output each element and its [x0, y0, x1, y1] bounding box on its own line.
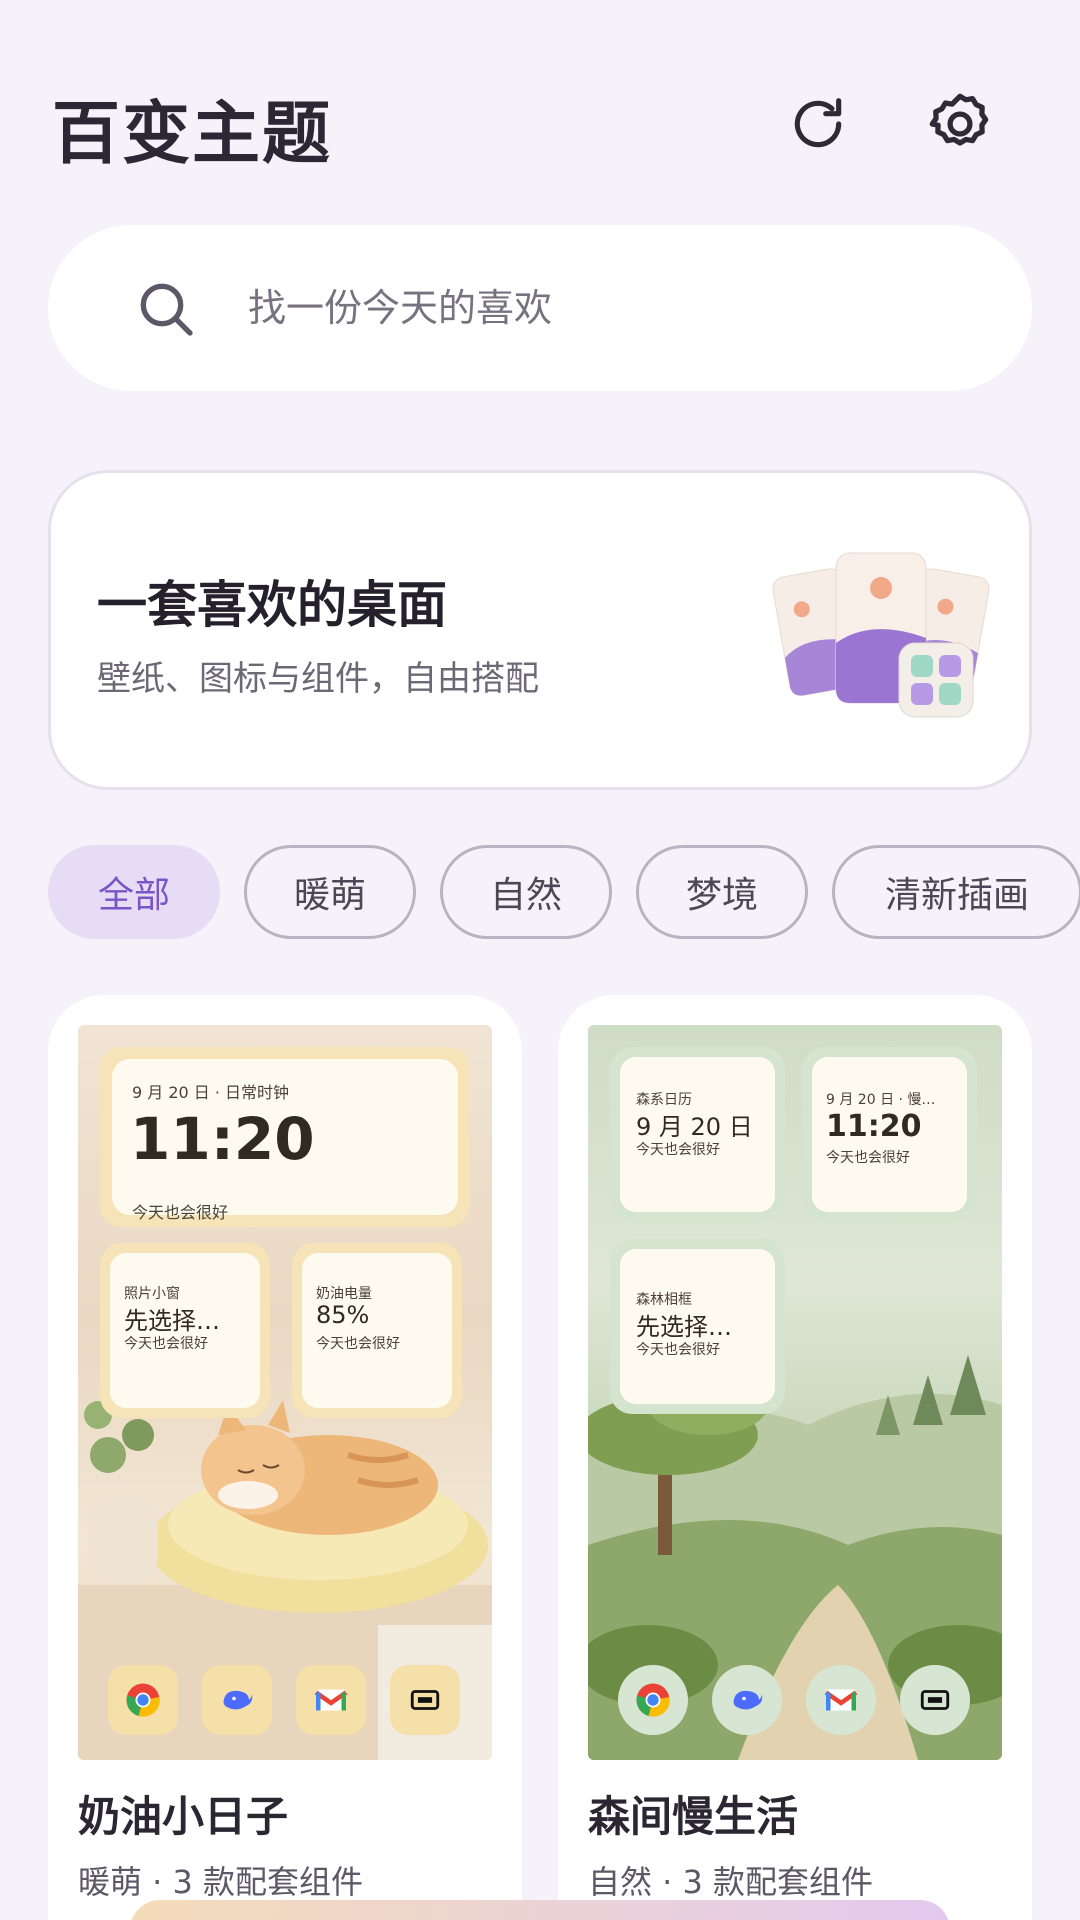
clock-date: 9 月 20 日 · 慢… — [826, 1092, 936, 1108]
theme-cards-illustration-icon — [772, 552, 990, 718]
photo-widget[interactable]: 照片小窗 先选择… 今天也会很好 — [100, 1243, 270, 1418]
calendar-widget[interactable]: 森系日历 9 月 20 日 今天也会很好 — [610, 1047, 785, 1222]
photo-widget-caption: 今天也会很好 — [124, 1336, 208, 1352]
cassette-app-icon[interactable] — [900, 1665, 970, 1735]
theme-card[interactable]: 9 月 20 日 · 日常时钟 11:20 今天也会很好 照片小窗 先选择… 今… — [48, 995, 522, 1920]
refresh-icon — [794, 98, 842, 148]
search-input[interactable] — [248, 275, 948, 341]
chrome-icon[interactable] — [108, 1665, 178, 1735]
clock-widget[interactable]: 9 月 20 日 · 慢… 11:20 今天也会很好 — [802, 1047, 977, 1222]
clock-time: 11:20 — [826, 1109, 922, 1144]
frame-value: 先选择… — [636, 1313, 732, 1341]
chip-warm[interactable]: 暖萌 — [244, 845, 416, 939]
search-icon — [140, 283, 193, 336]
gmail-icon[interactable] — [296, 1665, 366, 1735]
hero-banner[interactable]: 一套喜欢的桌面 壁纸、图标与组件，自由搭配 — [48, 470, 1032, 790]
calendar-caption: 今天也会很好 — [636, 1142, 720, 1158]
whale-app-icon[interactable] — [202, 1665, 272, 1735]
hero-title: 一套喜欢的桌面 — [97, 576, 447, 634]
photo-widget-value: 先选择… — [124, 1307, 220, 1335]
settings-button[interactable] — [920, 84, 1000, 164]
gear-icon — [929, 93, 989, 146]
hero-subtitle: 壁纸、图标与组件，自由搭配 — [97, 659, 539, 699]
clock-date: 9 月 20 日 · 日常时钟 — [132, 1083, 290, 1102]
clock-caption: 今天也会很好 — [132, 1203, 229, 1222]
calendar-label: 森系日历 — [636, 1092, 692, 1108]
calendar-value: 9 月 20 日 — [636, 1113, 753, 1141]
theme-card[interactable]: 森系日历 9 月 20 日 今天也会很好 9 月 20 日 · 慢… 11:20… — [558, 995, 1032, 1920]
clock-widget[interactable]: 9 月 20 日 · 日常时钟 11:20 今天也会很好 — [100, 1047, 470, 1227]
photo-widget-label: 照片小窗 — [124, 1286, 180, 1302]
cassette-app-icon[interactable] — [390, 1665, 460, 1735]
battery-widget[interactable]: 奶油电量 85% 今天也会很好 — [292, 1243, 462, 1418]
frame-label: 森林相框 — [636, 1292, 692, 1308]
search-bar[interactable] — [48, 225, 1032, 391]
category-chips: 全部 暖萌 自然 梦境 清新插画 — [48, 845, 1080, 941]
clock-caption: 今天也会很好 — [826, 1150, 910, 1166]
theme-preview: 森系日历 9 月 20 日 今天也会很好 9 月 20 日 · 慢… 11:20… — [588, 1025, 1002, 1760]
theme-meta: 自然 · 3 款配套组件 — [588, 1863, 874, 1901]
battery-widget-caption: 今天也会很好 — [316, 1336, 400, 1352]
chip-dream[interactable]: 梦境 — [636, 845, 808, 939]
refresh-button[interactable] — [778, 84, 858, 164]
whale-app-icon[interactable] — [712, 1665, 782, 1735]
theme-name: 奶油小日子 — [78, 1792, 289, 1841]
clock-time: 11:20 — [130, 1105, 315, 1173]
battery-widget-label: 奶油电量 — [316, 1286, 372, 1302]
theme-name: 森间慢生活 — [588, 1792, 799, 1841]
theme-meta: 暖萌 · 3 款配套组件 — [78, 1863, 364, 1901]
battery-widget-value: 85% — [316, 1301, 370, 1329]
chip-fresh-illustration[interactable]: 清新插画 — [832, 845, 1080, 939]
photo-frame-widget[interactable]: 森林相框 先选择… 今天也会很好 — [610, 1239, 785, 1414]
gmail-icon[interactable] — [806, 1665, 876, 1735]
header: 百变主题 — [52, 72, 1028, 174]
bottom-action-bar[interactable] — [130, 1900, 950, 1920]
frame-caption: 今天也会很好 — [636, 1342, 720, 1358]
chip-nature[interactable]: 自然 — [440, 845, 612, 939]
page-title: 百变主题 — [52, 95, 333, 174]
theme-preview: 9 月 20 日 · 日常时钟 11:20 今天也会很好 照片小窗 先选择… 今… — [78, 1025, 492, 1760]
chrome-icon[interactable] — [618, 1665, 688, 1735]
chip-all[interactable]: 全部 — [48, 845, 220, 939]
